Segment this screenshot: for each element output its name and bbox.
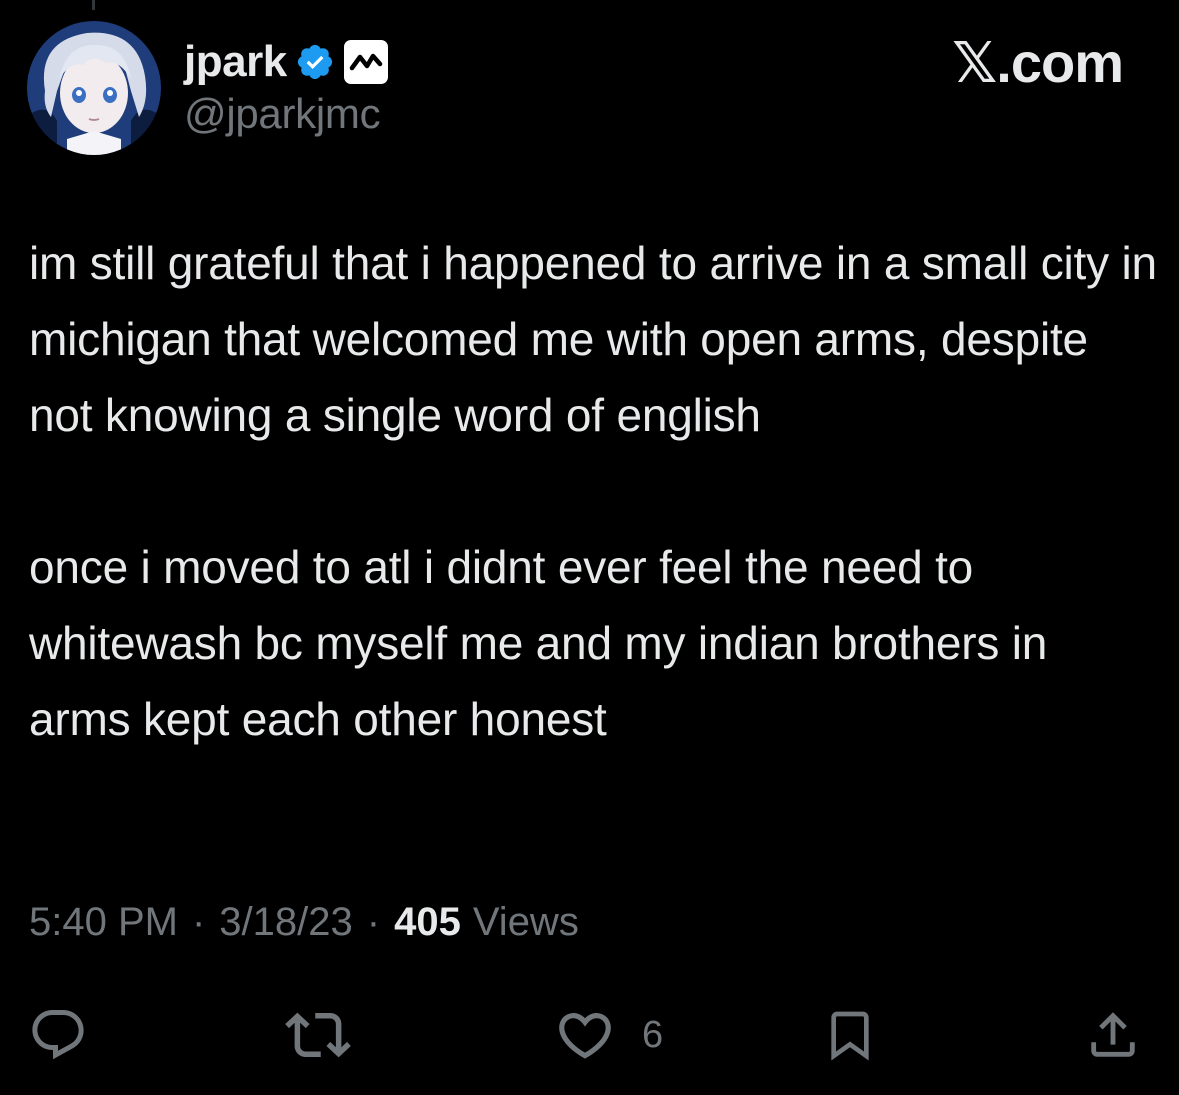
thread-connector-line (92, 0, 95, 10)
views-count: 405 (394, 900, 461, 944)
views-label: Views (472, 900, 579, 944)
tweet-paragraph: once i moved to atl i didnt ever feel th… (29, 541, 1048, 745)
bookmark-icon (831, 1011, 869, 1061)
retweet-icon (285, 1012, 351, 1058)
anime-avatar-image (27, 21, 161, 155)
x-com-watermark: 𝕏.com (952, 31, 1124, 94)
tweet-meta: 5:40 PM · 3/18/23 · 405 Views (29, 900, 579, 945)
tweet-paragraph: im still grateful that i happened to arr… (29, 237, 1157, 441)
affiliate-chart-icon[interactable] (343, 39, 389, 85)
meta-separator: · (366, 900, 381, 944)
avatar[interactable] (27, 21, 161, 155)
retweet-button[interactable] (285, 1000, 351, 1070)
heart-icon (559, 1013, 611, 1059)
tweet-date[interactable]: 3/18/23 (219, 900, 352, 945)
bookmark-button[interactable] (822, 1000, 878, 1070)
author-name-row: jpark (184, 34, 389, 90)
tweet-actions: 6 (0, 1000, 1179, 1070)
tweet-text: im still grateful that i happened to arr… (29, 225, 1159, 757)
reply-icon (32, 1010, 84, 1060)
like-button[interactable]: 6 (554, 1000, 663, 1070)
verified-badge-icon[interactable] (295, 42, 335, 82)
author-handle[interactable]: @jparkjmc (184, 90, 381, 138)
share-button[interactable] (1084, 1000, 1142, 1070)
meta-separator: · (191, 900, 206, 944)
reply-button[interactable] (28, 1000, 88, 1070)
like-count: 6 (642, 1013, 664, 1056)
tweet-time[interactable]: 5:40 PM (29, 900, 178, 945)
display-name[interactable]: jpark (184, 37, 287, 87)
share-icon (1091, 1012, 1135, 1057)
